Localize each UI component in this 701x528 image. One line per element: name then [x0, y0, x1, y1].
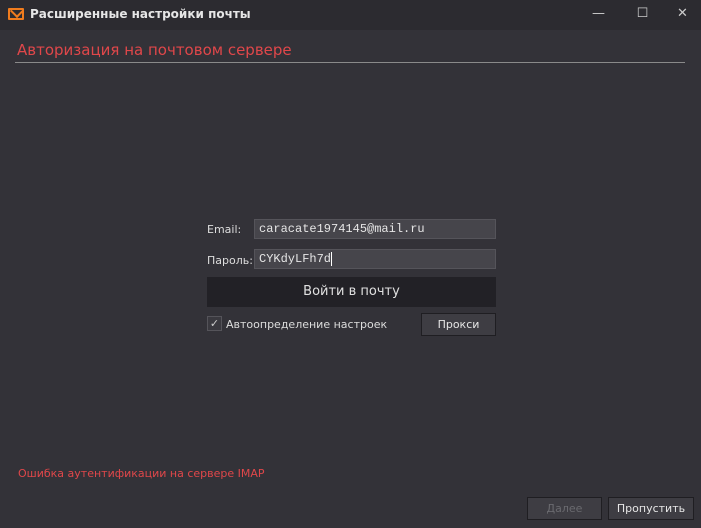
- email-input[interactable]: caracate1974145@mail.ru: [254, 219, 496, 239]
- window-title: Расширенные настройки почты: [30, 7, 251, 21]
- auto-detect-label: Автоопределение настроек: [226, 318, 388, 331]
- text-caret: [331, 252, 333, 266]
- proxy-button[interactable]: Прокси: [421, 313, 496, 336]
- login-button[interactable]: Войти в почту: [207, 277, 496, 307]
- minimize-button[interactable]: —: [576, 0, 621, 30]
- divider: [15, 62, 685, 63]
- page-title: Авторизация на почтовом сервере: [17, 41, 292, 59]
- password-value: CYKdyLFh7d: [259, 252, 332, 267]
- maximize-button[interactable]: ☐: [620, 0, 665, 30]
- error-message: Ошибка аутентификации на сервере IMAP: [18, 467, 265, 480]
- skip-button[interactable]: Пропустить: [608, 497, 694, 520]
- mail-icon: [8, 8, 24, 20]
- title-bar: Расширенные настройки почты — ☐ ✕: [0, 0, 701, 30]
- next-button[interactable]: Далее: [527, 497, 602, 520]
- email-label: Email:: [207, 223, 242, 236]
- email-value: caracate1974145@mail.ru: [259, 222, 425, 236]
- password-input[interactable]: CYKdyLFh7d: [254, 249, 496, 269]
- close-button[interactable]: ✕: [660, 0, 701, 30]
- password-label: Пароль:: [207, 254, 253, 267]
- auto-detect-checkbox[interactable]: ✓: [207, 316, 222, 331]
